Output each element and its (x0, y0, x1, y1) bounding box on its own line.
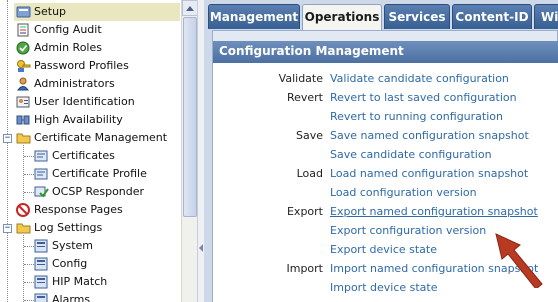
tree-item-label: Config Audit (34, 23, 102, 36)
tree-item-label: Config (52, 257, 88, 270)
tree-item-setup[interactable]: Setup (14, 3, 180, 21)
tree-item-label: Administrators (34, 77, 115, 90)
tree-item-label: System (52, 239, 94, 252)
export-named-snapshot-link[interactable]: Export named configuration snapshot (330, 202, 538, 221)
tree-item-label: Log Settings (34, 221, 103, 234)
user-id-icon (16, 95, 31, 109)
tree-item-label: Certificate Profile (52, 167, 147, 180)
log-icon (34, 293, 49, 302)
log-icon (34, 257, 49, 271)
tree-item-label: Certificates (52, 149, 115, 162)
category-label: Import (286, 262, 323, 275)
tree-item-label: Certificate Management (34, 131, 168, 144)
tree-item-label: Password Profiles (34, 59, 129, 72)
tab-operations[interactable]: Operations (302, 4, 382, 31)
load-config-version-link[interactable]: Load configuration version (330, 183, 477, 202)
pane-splitter[interactable] (197, 0, 204, 302)
export-config-version-link[interactable]: Export configuration version (330, 221, 486, 240)
user-icon (16, 77, 31, 91)
folder-icon (16, 221, 31, 235)
tree-item-label: Admin Roles (34, 41, 102, 54)
scroll-up-button[interactable] (182, 0, 198, 16)
tab-content-id[interactable]: Content-ID (452, 4, 532, 29)
annotation-arrow-icon (495, 233, 543, 288)
tree-item-label: Setup (34, 5, 67, 18)
tree-item-label: Alarms (52, 293, 91, 302)
admin-roles-icon (16, 41, 31, 55)
category-label: Save (295, 129, 323, 142)
category-label: Export (286, 205, 323, 218)
save-named-snapshot-link[interactable]: Save named configuration snapshot (330, 126, 529, 145)
collapse-arrow-icon[interactable] (199, 244, 203, 252)
tree-item-label: Response Pages (34, 203, 123, 216)
log-icon (34, 275, 49, 289)
tree-item-label: User Identification (34, 95, 135, 108)
revert-last-saved-link[interactable]: Revert to last saved configuration (330, 88, 517, 107)
audit-icon (16, 23, 31, 37)
collapse-icon[interactable]: − (3, 134, 12, 143)
log-icon (34, 239, 49, 253)
certificate-icon (34, 149, 49, 163)
main-content: Management Operations Services Content-I… (204, 0, 558, 302)
navigation-tree: Setup Config Audit Admin Roles Password … (0, 0, 181, 302)
tree-item-label: OCSP Responder (52, 185, 145, 198)
import-device-state-link[interactable]: Import device state (330, 278, 438, 297)
folder-icon (16, 131, 31, 145)
wrench-icon (16, 5, 31, 19)
scroll-thumb[interactable] (183, 17, 197, 217)
tree-item-label: HIP Match (52, 275, 108, 288)
tab-management[interactable]: Management (208, 4, 300, 29)
collapse-icon[interactable]: − (3, 224, 12, 233)
tree-scrollbar[interactable] (181, 0, 198, 302)
tree-item-label: High Availability (34, 113, 123, 126)
category-label: Load (296, 167, 323, 180)
validate-candidate-link[interactable]: Validate candidate configuration (330, 69, 509, 88)
ocsp-icon (34, 185, 49, 199)
response-pages-icon (16, 203, 31, 217)
password-icon (16, 59, 31, 73)
export-device-state-link[interactable]: Export device state (330, 240, 437, 259)
ha-icon (16, 113, 31, 127)
category-label: Validate (278, 72, 323, 85)
panel-title: Configuration Management (213, 41, 558, 63)
category-label: Revert (286, 91, 323, 104)
load-named-snapshot-link[interactable]: Load named configuration snapshot (330, 164, 528, 183)
revert-running-link[interactable]: Revert to running configuration (330, 107, 503, 126)
save-candidate-link[interactable]: Save candidate configuration (330, 145, 492, 164)
tab-services[interactable]: Services (384, 4, 450, 29)
certificate-profile-icon (34, 167, 49, 181)
tab-wildfire[interactable]: Wi (534, 4, 558, 29)
